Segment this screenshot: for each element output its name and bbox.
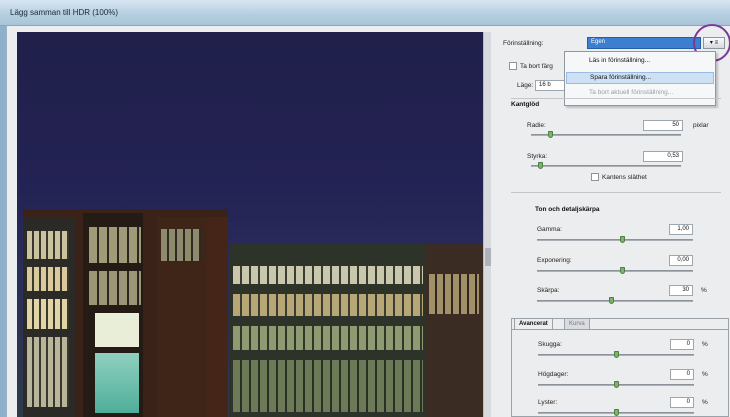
highlight-unit: % bbox=[702, 371, 708, 378]
shadow-label: Skugga: bbox=[538, 341, 562, 348]
menu-item-save-preset[interactable]: Spara förinställning... bbox=[566, 72, 714, 84]
detail-slider[interactable] bbox=[537, 297, 693, 304]
menu-item-delete-preset: Ta bort aktuell förinställning... bbox=[589, 89, 674, 96]
detail-unit: % bbox=[701, 287, 707, 294]
detail-field[interactable]: 30 bbox=[669, 285, 693, 296]
detail-label: Skärpa: bbox=[537, 287, 560, 294]
preview-scrollbar[interactable] bbox=[483, 32, 491, 417]
hdr-dialog: Förinställning: Egen ▾ ≡ Ta bort färg Lä… bbox=[6, 24, 730, 417]
scrollbar-thumb[interactable] bbox=[485, 248, 491, 266]
mode-label: Läge: bbox=[517, 82, 534, 89]
vibrance-slider-knob[interactable] bbox=[613, 409, 619, 416]
gamma-field[interactable]: 1,00 bbox=[669, 224, 693, 235]
image-preview[interactable] bbox=[17, 32, 491, 417]
window-title: Lägg samman till HDR (100%) bbox=[10, 8, 119, 17]
shadow-slider-knob[interactable] bbox=[613, 351, 619, 358]
radius-slider-knob[interactable] bbox=[548, 131, 554, 138]
mode-select[interactable]: 16 b bbox=[535, 80, 565, 91]
remove-color-label: Ta bort färg bbox=[520, 63, 553, 70]
smooth-edges-label: Kantens släthet bbox=[602, 174, 647, 181]
gamma-slider[interactable] bbox=[537, 236, 693, 243]
detail-slider-knob[interactable] bbox=[609, 297, 615, 304]
exposure-label: Exponering: bbox=[537, 257, 572, 264]
vibrance-unit: % bbox=[702, 399, 708, 406]
tone-detail-heading: Ton och detaljskärpa bbox=[535, 206, 600, 213]
highlight-slider[interactable] bbox=[538, 381, 694, 388]
highlight-label: Högdager: bbox=[538, 371, 569, 378]
menu-item-load-preset[interactable]: Läs in förinställning... bbox=[589, 57, 650, 64]
highlight-field[interactable]: 0 bbox=[670, 369, 694, 380]
settings-panel: Förinställning: Egen ▾ ≡ Ta bort färg Lä… bbox=[497, 24, 730, 417]
radius-field[interactable]: 50 bbox=[643, 120, 683, 131]
shadow-unit: % bbox=[702, 341, 708, 348]
exposure-slider-knob[interactable] bbox=[620, 267, 626, 274]
edge-glow-heading: Kantglöd bbox=[511, 101, 540, 108]
strength-field[interactable]: 0,53 bbox=[643, 151, 683, 162]
highlight-slider-knob[interactable] bbox=[613, 381, 619, 388]
tab-divider bbox=[512, 329, 728, 330]
smooth-edges-checkbox[interactable] bbox=[591, 173, 599, 181]
vibrance-field[interactable]: 0 bbox=[670, 397, 694, 408]
right-building bbox=[229, 244, 491, 417]
gamma-slider-knob[interactable] bbox=[620, 236, 626, 243]
shadow-slider[interactable] bbox=[538, 351, 694, 358]
title-bar: Lägg samman till HDR (100%) bbox=[0, 0, 730, 26]
group-divider bbox=[511, 192, 721, 193]
preset-label: Förinställning: bbox=[503, 40, 544, 47]
group-divider bbox=[511, 98, 721, 99]
exposure-field[interactable]: 0,00 bbox=[669, 255, 693, 266]
vibrance-label: Lyster: bbox=[538, 399, 558, 406]
tab-advanced[interactable]: Avancerat bbox=[514, 318, 553, 329]
strength-slider-knob[interactable] bbox=[538, 162, 544, 169]
radius-slider[interactable] bbox=[531, 131, 681, 138]
tab-curve[interactable]: Kurva bbox=[564, 318, 590, 329]
strength-label: Styrka: bbox=[527, 153, 548, 160]
remove-color-checkbox[interactable] bbox=[509, 62, 517, 70]
strength-slider[interactable] bbox=[531, 162, 681, 169]
shadow-field[interactable]: 0 bbox=[670, 339, 694, 350]
radius-label: Radie: bbox=[527, 122, 546, 129]
gamma-label: Gamma: bbox=[537, 226, 562, 233]
radius-unit: pixlar bbox=[693, 122, 709, 129]
advanced-tab-panel: Avancerat Kurva Skugga: 0 % Högdager: 0 … bbox=[511, 318, 729, 417]
left-building bbox=[23, 209, 228, 417]
preset-select[interactable]: Egen bbox=[587, 37, 701, 49]
vibrance-slider[interactable] bbox=[538, 409, 694, 416]
exposure-slider[interactable] bbox=[537, 267, 693, 274]
